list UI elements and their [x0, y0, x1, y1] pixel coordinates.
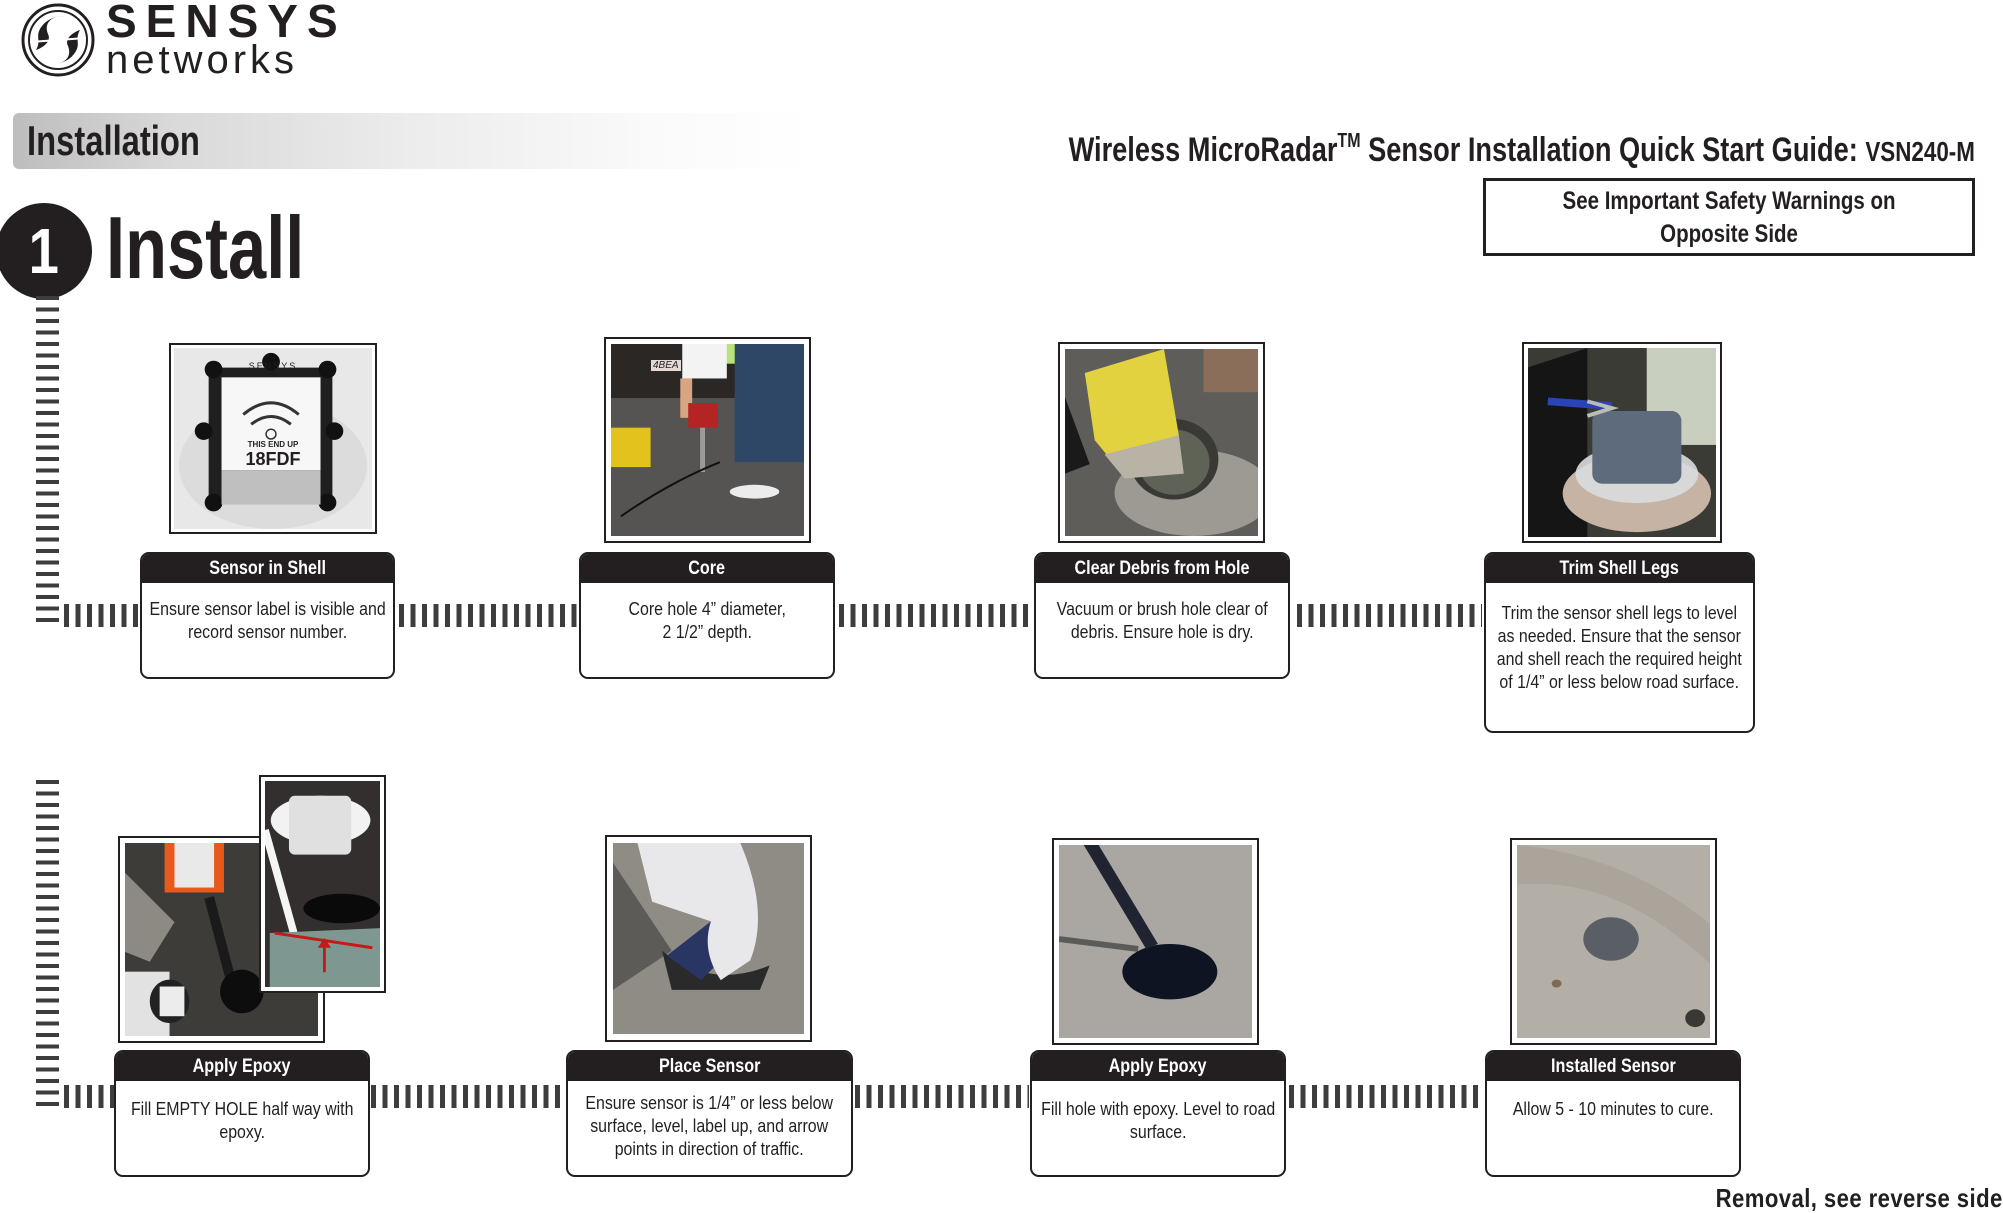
section-title: Installation: [27, 117, 200, 164]
logo-brand-bottom: networks: [106, 38, 299, 82]
horizontal-connector-row-2-d: [1289, 1085, 1483, 1108]
step-card-title: Apply Epoxy: [116, 1052, 368, 1081]
horizontal-connector-row-2-b: [371, 1085, 565, 1108]
epoxy-level-diagram: [259, 775, 386, 993]
step-card-title: Core: [581, 554, 833, 583]
step-card-text: Fill EMPTY HOLE half way with epoxy.: [130, 1098, 354, 1142]
place-sensor-photo: [605, 835, 812, 1042]
step-card-title: Place Sensor: [568, 1052, 851, 1081]
fill-epoxy-photo: [1052, 838, 1259, 1045]
step-card-text: Ensure sensor is 1/4” or less below surf…: [585, 1092, 834, 1159]
step-title: Install: [106, 198, 305, 297]
step-card-text: Trim the sensor shell legs to level as n…: [1497, 602, 1743, 692]
trademark-symbol: TM: [1337, 130, 1361, 152]
step-number: 1: [28, 215, 60, 287]
photo-label-brand: SENSYS: [248, 361, 298, 371]
step-card-title: Clear Debris from Hole: [1036, 554, 1288, 583]
step-card-title: Sensor in Shell: [142, 554, 393, 583]
step-card-core: Core Core hole 4” diameter, 2 1/2” depth…: [579, 552, 835, 679]
horizontal-connector-row-2-c: [855, 1085, 1029, 1108]
step-number-badge: 1: [0, 203, 92, 299]
title-part-1: Wireless MicroRadar: [1068, 131, 1338, 169]
section-header-bar: Installation: [13, 113, 810, 169]
title-part-2: Sensor Installation Quick Start Guide:: [1360, 131, 1866, 169]
safety-line-2: Opposite Side: [1660, 220, 1798, 248]
sensor-in-shell-photo: SENSYS VSN240 – MR THIS END UP 18FDF: [169, 343, 377, 534]
trim-legs-photo: [1522, 342, 1722, 543]
safety-line-1: See Important Safety Warnings on: [1562, 187, 1896, 215]
step-card-text: Vacuum or brush hole clear of debris. En…: [1056, 598, 1268, 642]
step-card-trim-shell-legs: Trim Shell Legs Trim the sensor shell le…: [1484, 552, 1755, 733]
license-plate-text: 4BEA: [651, 360, 681, 371]
step-card-text: Fill hole with epoxy. Level to road surf…: [1040, 1098, 1276, 1142]
step-card-text: Ensure sensor label is visible and recor…: [149, 598, 386, 642]
photo-label-serial: 18FDF: [245, 449, 301, 469]
removal-note: Removal, see reverse side: [1715, 1183, 2003, 1213]
sensys-logo-icon: [21, 3, 95, 77]
horizontal-connector-row-1-b: [399, 604, 577, 627]
horizontal-connector-row-2-a: [64, 1085, 114, 1108]
step-card-installed-sensor: Installed Sensor Allow 5 - 10 minutes to…: [1485, 1050, 1741, 1177]
step-card-text: Allow 5 - 10 minutes to cure.: [1512, 1098, 1714, 1119]
step-card-title: Apply Epoxy: [1032, 1052, 1284, 1081]
clear-debris-photo: [1058, 342, 1265, 543]
photo-label-model: VSN240 – MR: [250, 372, 296, 379]
step-card-text: Core hole 4” diameter, 2 1/2” depth.: [628, 598, 786, 642]
step-card-title: Installed Sensor: [1487, 1052, 1739, 1081]
vertical-connector-row-2: [36, 780, 59, 1110]
photo-label-orientation: THIS END UP: [247, 440, 299, 449]
coring-photo: 4BEA: [604, 337, 811, 543]
horizontal-connector-row-1-c: [839, 604, 1034, 627]
safety-warning-notice: See Important Safety Warnings on Opposit…: [1483, 178, 1975, 256]
horizontal-connector-row-1-a: [64, 604, 138, 627]
step-card-title: Trim Shell Legs: [1486, 554, 1753, 583]
step-card-clear-debris: Clear Debris from Hole Vacuum or brush h…: [1034, 552, 1290, 679]
step-card-apply-epoxy-half: Apply Epoxy Fill EMPTY HOLE half way wit…: [114, 1050, 370, 1177]
model-number: VSN240-M: [1865, 136, 1975, 167]
sensys-logo: SENSYS networks: [20, 0, 338, 82]
document-title: Wireless MicroRadarTM Sensor Installatio…: [1069, 120, 1975, 173]
step-card-apply-epoxy-fill: Apply Epoxy Fill hole with epoxy. Level …: [1030, 1050, 1286, 1177]
installed-sensor-photo: [1510, 838, 1717, 1045]
step-card-sensor-in-shell: Sensor in Shell Ensure sensor label is v…: [140, 552, 395, 679]
vertical-connector-row-1: [36, 296, 59, 628]
horizontal-connector-row-1-d: [1297, 604, 1482, 627]
step-card-place-sensor: Place Sensor Ensure sensor is 1/4” or le…: [566, 1050, 853, 1177]
